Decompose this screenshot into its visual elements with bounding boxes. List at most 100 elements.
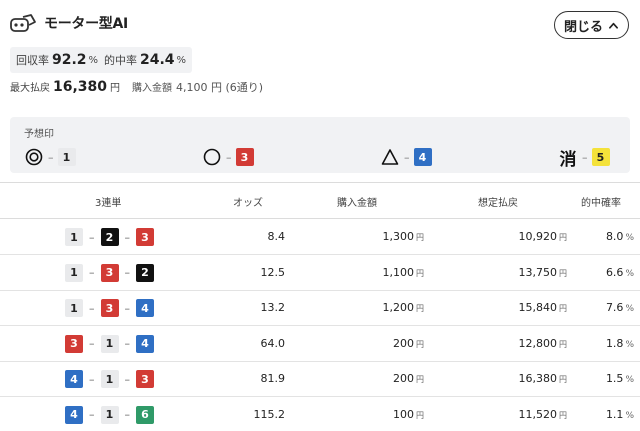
- hit-prob-value: 6.6: [605, 265, 624, 279]
- boat-badge: 4: [136, 299, 154, 317]
- mark-taikou: – 3: [202, 147, 254, 167]
- boat-badge: 2: [136, 263, 154, 282]
- payout-cell: 15,840 円: [519, 301, 568, 314]
- erase-mark-kanji: 消: [559, 149, 577, 170]
- payout-cell: 10,920 円: [519, 230, 568, 243]
- odds-cell: 12.5: [261, 266, 286, 279]
- purchase-cell: 1,300 円: [383, 230, 425, 243]
- boat-badge: 3: [136, 370, 154, 388]
- odds-cell: 115.2: [254, 408, 286, 421]
- purchase-amount-value: 4,100 円 (6通り): [176, 81, 264, 94]
- payout-value: 13,750: [518, 265, 558, 279]
- mark-ana: – 4: [380, 147, 432, 167]
- trifecta-combo: 1–3–4: [65, 299, 154, 317]
- combo-dash: –: [89, 372, 95, 386]
- recovery-rate-label: 回収率: [16, 54, 49, 67]
- combo-dash: –: [89, 301, 95, 315]
- combo-dash: –: [124, 337, 131, 350]
- hit-prob-cell: 7.6%: [606, 301, 634, 314]
- circle-icon: [202, 147, 222, 167]
- boat-badge: 1: [65, 299, 83, 317]
- boat-badge: 1: [57, 148, 76, 166]
- header: モーター型AI 閉じる: [0, 0, 640, 50]
- payout-value: 16,380: [518, 372, 558, 385]
- hit-prob-cell: 1.5%: [606, 372, 634, 385]
- table-row: 4–1–3 81.9 200 円 16,380 円 1.5%: [0, 362, 640, 397]
- hit-prob-value: 7.6: [605, 301, 624, 314]
- hit-rate-box: 的中率 24.4 %: [98, 47, 193, 73]
- odds-cell: 81.9: [261, 372, 286, 385]
- max-payout-value: 16,380: [53, 79, 108, 95]
- payout-value: 11,520: [518, 407, 558, 421]
- odds-cell: 64.0: [261, 337, 286, 350]
- mark-dash: –: [404, 150, 410, 164]
- purchase-cell: 1,200 円: [383, 301, 425, 314]
- purchase-unit: 円: [416, 375, 424, 384]
- header-purchase: 購入金額: [337, 198, 377, 209]
- hit-prob-unit: %: [625, 375, 634, 385]
- boat-badge: 3: [235, 148, 254, 166]
- payout-value: 15,840: [518, 301, 558, 314]
- payout-cell: 13,750 円: [519, 266, 568, 279]
- hit-prob-value: 8.0: [605, 230, 624, 243]
- combo-dash: –: [124, 230, 131, 244]
- table-row: 1–2–3 8.4 1,300 円 10,920 円 8.0%: [0, 220, 640, 255]
- odds-value: 13.2: [260, 301, 286, 314]
- hit-prob-unit: %: [625, 233, 634, 243]
- payout-unit: 円: [559, 410, 567, 420]
- purchase-value: 200: [393, 336, 414, 350]
- hit-rate-unit: %: [176, 54, 187, 66]
- purchase-unit: 円: [416, 304, 424, 313]
- combo-dash: –: [124, 301, 131, 315]
- purchase-value: 200: [393, 372, 414, 385]
- header-hit-prob: 的中確率: [581, 198, 621, 209]
- boat-badge: 4: [413, 148, 432, 166]
- combo-dash: –: [124, 372, 131, 386]
- trifecta-combo: 3–1–4: [65, 334, 154, 353]
- mark-honmei: – 1: [24, 147, 76, 167]
- purchase-unit: 円: [416, 233, 424, 242]
- boat-badge: 1: [65, 263, 83, 282]
- mark-dash: –: [582, 150, 588, 164]
- combo-dash: –: [89, 337, 95, 350]
- table-row: 4–1–6 115.2 100 円 11,520 円 1.1%: [0, 398, 640, 431]
- hit-prob-unit: %: [625, 410, 634, 421]
- recovery-rate-unit: %: [88, 54, 99, 66]
- boat-badge: 4: [65, 370, 83, 388]
- boat-badge: 5: [591, 148, 610, 166]
- hit-prob-cell: 8.0%: [606, 230, 634, 243]
- odds-value: 12.5: [260, 265, 286, 279]
- hit-rate-label: 的中率: [104, 54, 137, 67]
- trifecta-combo: 1–2–3: [65, 228, 154, 246]
- max-payout-row: 最大払戻 16,380 円 購入金額 4,100 円 (6通り): [10, 79, 263, 99]
- purchase-unit: 円: [416, 339, 424, 349]
- close-button[interactable]: 閉じる: [554, 11, 629, 39]
- purchase-value: 1,200: [382, 301, 415, 314]
- payout-cell: 12,800 円: [519, 337, 568, 350]
- robot-logo-icon: [10, 14, 36, 32]
- boat-badge: 2: [100, 228, 119, 246]
- header-trifecta: 3連単: [95, 198, 122, 209]
- odds-value: 64.0: [260, 336, 286, 350]
- table-row: 1–3–2 12.5 1,100 円 13,750 円 6.6%: [0, 256, 640, 291]
- hit-prob-unit: %: [625, 339, 634, 350]
- purchase-value: 100: [393, 407, 414, 421]
- hit-prob-value: 1.5: [605, 372, 624, 385]
- combo-dash: –: [89, 230, 95, 244]
- payout-value: 12,800: [518, 336, 558, 350]
- boat-badge: 6: [136, 405, 154, 424]
- combo-dash: –: [124, 266, 131, 279]
- purchase-unit: 円: [416, 268, 424, 278]
- purchase-amount-label: 購入金額: [132, 83, 173, 94]
- header-payout: 想定払戻: [478, 198, 518, 209]
- prediction-marks-panel: 予想印 – 1 – 3 – 4 消 – 5: [10, 117, 630, 173]
- header-odds: オッズ: [233, 198, 263, 209]
- purchase-value: 1,100: [382, 265, 415, 279]
- combo-dash: –: [124, 408, 131, 421]
- triangle-icon: [380, 147, 400, 167]
- payout-unit: 円: [559, 339, 567, 349]
- combo-dash: –: [89, 408, 95, 421]
- boat-badge: 1: [65, 228, 83, 246]
- max-payout-unit: 円: [110, 83, 121, 94]
- combo-dash: –: [89, 266, 95, 279]
